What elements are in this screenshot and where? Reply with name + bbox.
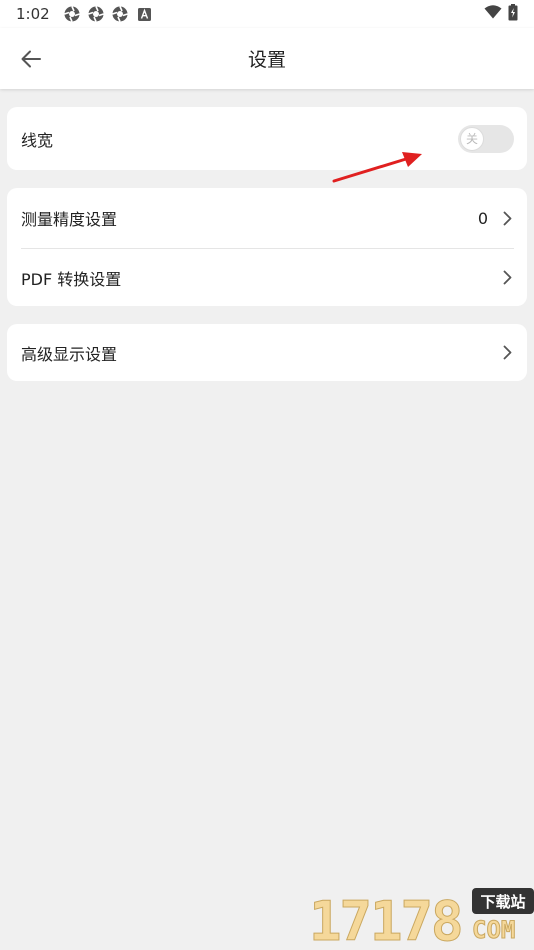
pdf-label: PDF 转换设置 <box>21 269 122 289</box>
chevron-right-icon <box>500 344 514 362</box>
watermark-number: 17178 <box>309 890 465 950</box>
status-bar: 1:02 <box>0 0 534 28</box>
font-a-icon <box>136 6 153 23</box>
aperture-icon <box>64 6 81 23</box>
status-time: 1:02 <box>16 5 50 23</box>
arrow-left-icon <box>21 50 41 68</box>
app-bar: 设置 <box>0 28 534 89</box>
advanced-display-row[interactable]: 高级显示设置 <box>7 324 527 381</box>
aperture-icon <box>88 6 105 23</box>
line-width-row: 线宽 关 <box>7 107 527 170</box>
line-width-card: 线宽 关 <box>7 107 527 170</box>
line-width-label: 线宽 <box>21 130 54 150</box>
back-button[interactable] <box>18 46 44 72</box>
advanced-label: 高级显示设置 <box>21 344 118 364</box>
chevron-right-icon <box>500 269 514 287</box>
conversion-settings-card: 测量精度设置 0 PDF 转换设置 <box>7 188 527 306</box>
battery-icon <box>508 3 518 25</box>
precision-label: 测量精度设置 <box>21 210 118 229</box>
watermark-domain: COM <box>471 916 516 945</box>
page-title: 设置 <box>247 49 286 71</box>
wifi-icon <box>484 5 502 23</box>
pdf-settings-row[interactable]: PDF 转换设置 <box>7 249 527 306</box>
watermark-tag: 下载站 <box>472 888 534 914</box>
line-width-toggle[interactable]: 关 <box>458 124 514 153</box>
chevron-right-icon <box>500 209 514 227</box>
toggle-knob: 关 <box>460 126 484 151</box>
aperture-icon <box>112 6 129 23</box>
precision-value: 0 <box>477 208 488 228</box>
precision-settings-row[interactable]: 测量精度设置 0 <box>7 188 527 248</box>
annotation-arrow-icon <box>332 152 422 183</box>
watermark-logo: 17178 下载站 COM <box>309 886 534 950</box>
advanced-display-card: 高级显示设置 <box>7 324 527 381</box>
